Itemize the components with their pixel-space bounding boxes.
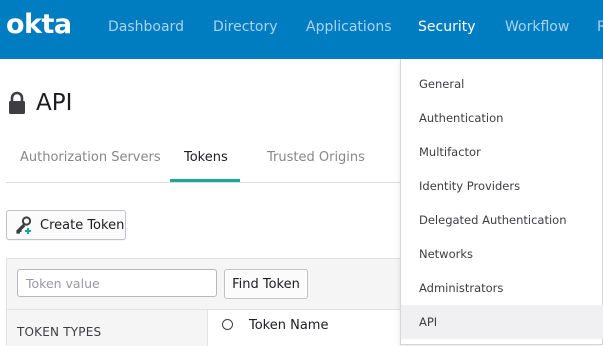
- token-value-input[interactable]: Token value: [17, 269, 217, 297]
- nav-dashboard[interactable]: Dashboard: [108, 19, 184, 35]
- tab-trusted-origins[interactable]: Trusted Origins: [267, 150, 365, 165]
- token-types-heading: TOKEN TYPES: [17, 325, 102, 339]
- menu-item-delegated-authentication[interactable]: Delegated Authentication: [401, 203, 603, 237]
- select-all-radio-icon[interactable]: [222, 319, 233, 330]
- menu-item-identity-providers[interactable]: Identity Providers: [401, 169, 603, 203]
- lock-icon: [9, 91, 25, 114]
- find-token-button[interactable]: Find Token: [224, 269, 308, 299]
- token-value-placeholder: Token value: [26, 275, 100, 291]
- create-token-button[interactable]: Create Token: [6, 210, 126, 240]
- nav-security[interactable]: Security: [418, 19, 476, 35]
- nav-applications[interactable]: Applications: [306, 19, 392, 35]
- key-plus-icon: [16, 216, 32, 234]
- menu-item-general[interactable]: General: [401, 67, 603, 101]
- tab-authorization-servers[interactable]: Authorization Servers: [20, 150, 161, 165]
- tab-tokens[interactable]: Tokens: [184, 150, 228, 165]
- create-token-label: Create Token: [40, 217, 125, 233]
- nav-workflow[interactable]: Workflow: [505, 19, 569, 35]
- token-filter-panel: Token value Find Token TOKEN TYPES Token…: [6, 258, 408, 346]
- security-dropdown-menu: General Authentication Multifactor Ident…: [400, 59, 603, 345]
- menu-item-networks[interactable]: Networks: [401, 237, 603, 271]
- okta-logo[interactable]: okta: [6, 9, 72, 40]
- menu-item-multifactor[interactable]: Multifactor: [401, 135, 603, 169]
- column-divider: [207, 310, 208, 346]
- nav-reports-partial[interactable]: R: [597, 19, 603, 35]
- menu-item-authentication[interactable]: Authentication: [401, 101, 603, 135]
- page-title: API: [8, 88, 72, 118]
- menu-item-api[interactable]: API: [401, 305, 603, 339]
- top-nav-bar: okta Dashboard Directory Applications Se…: [0, 0, 603, 59]
- page-title-text: API: [36, 90, 73, 116]
- menu-item-administrators[interactable]: Administrators: [401, 271, 603, 305]
- tabs-divider: [6, 182, 403, 183]
- token-name-column-header[interactable]: Token Name: [249, 318, 328, 333]
- nav-directory[interactable]: Directory: [213, 19, 278, 35]
